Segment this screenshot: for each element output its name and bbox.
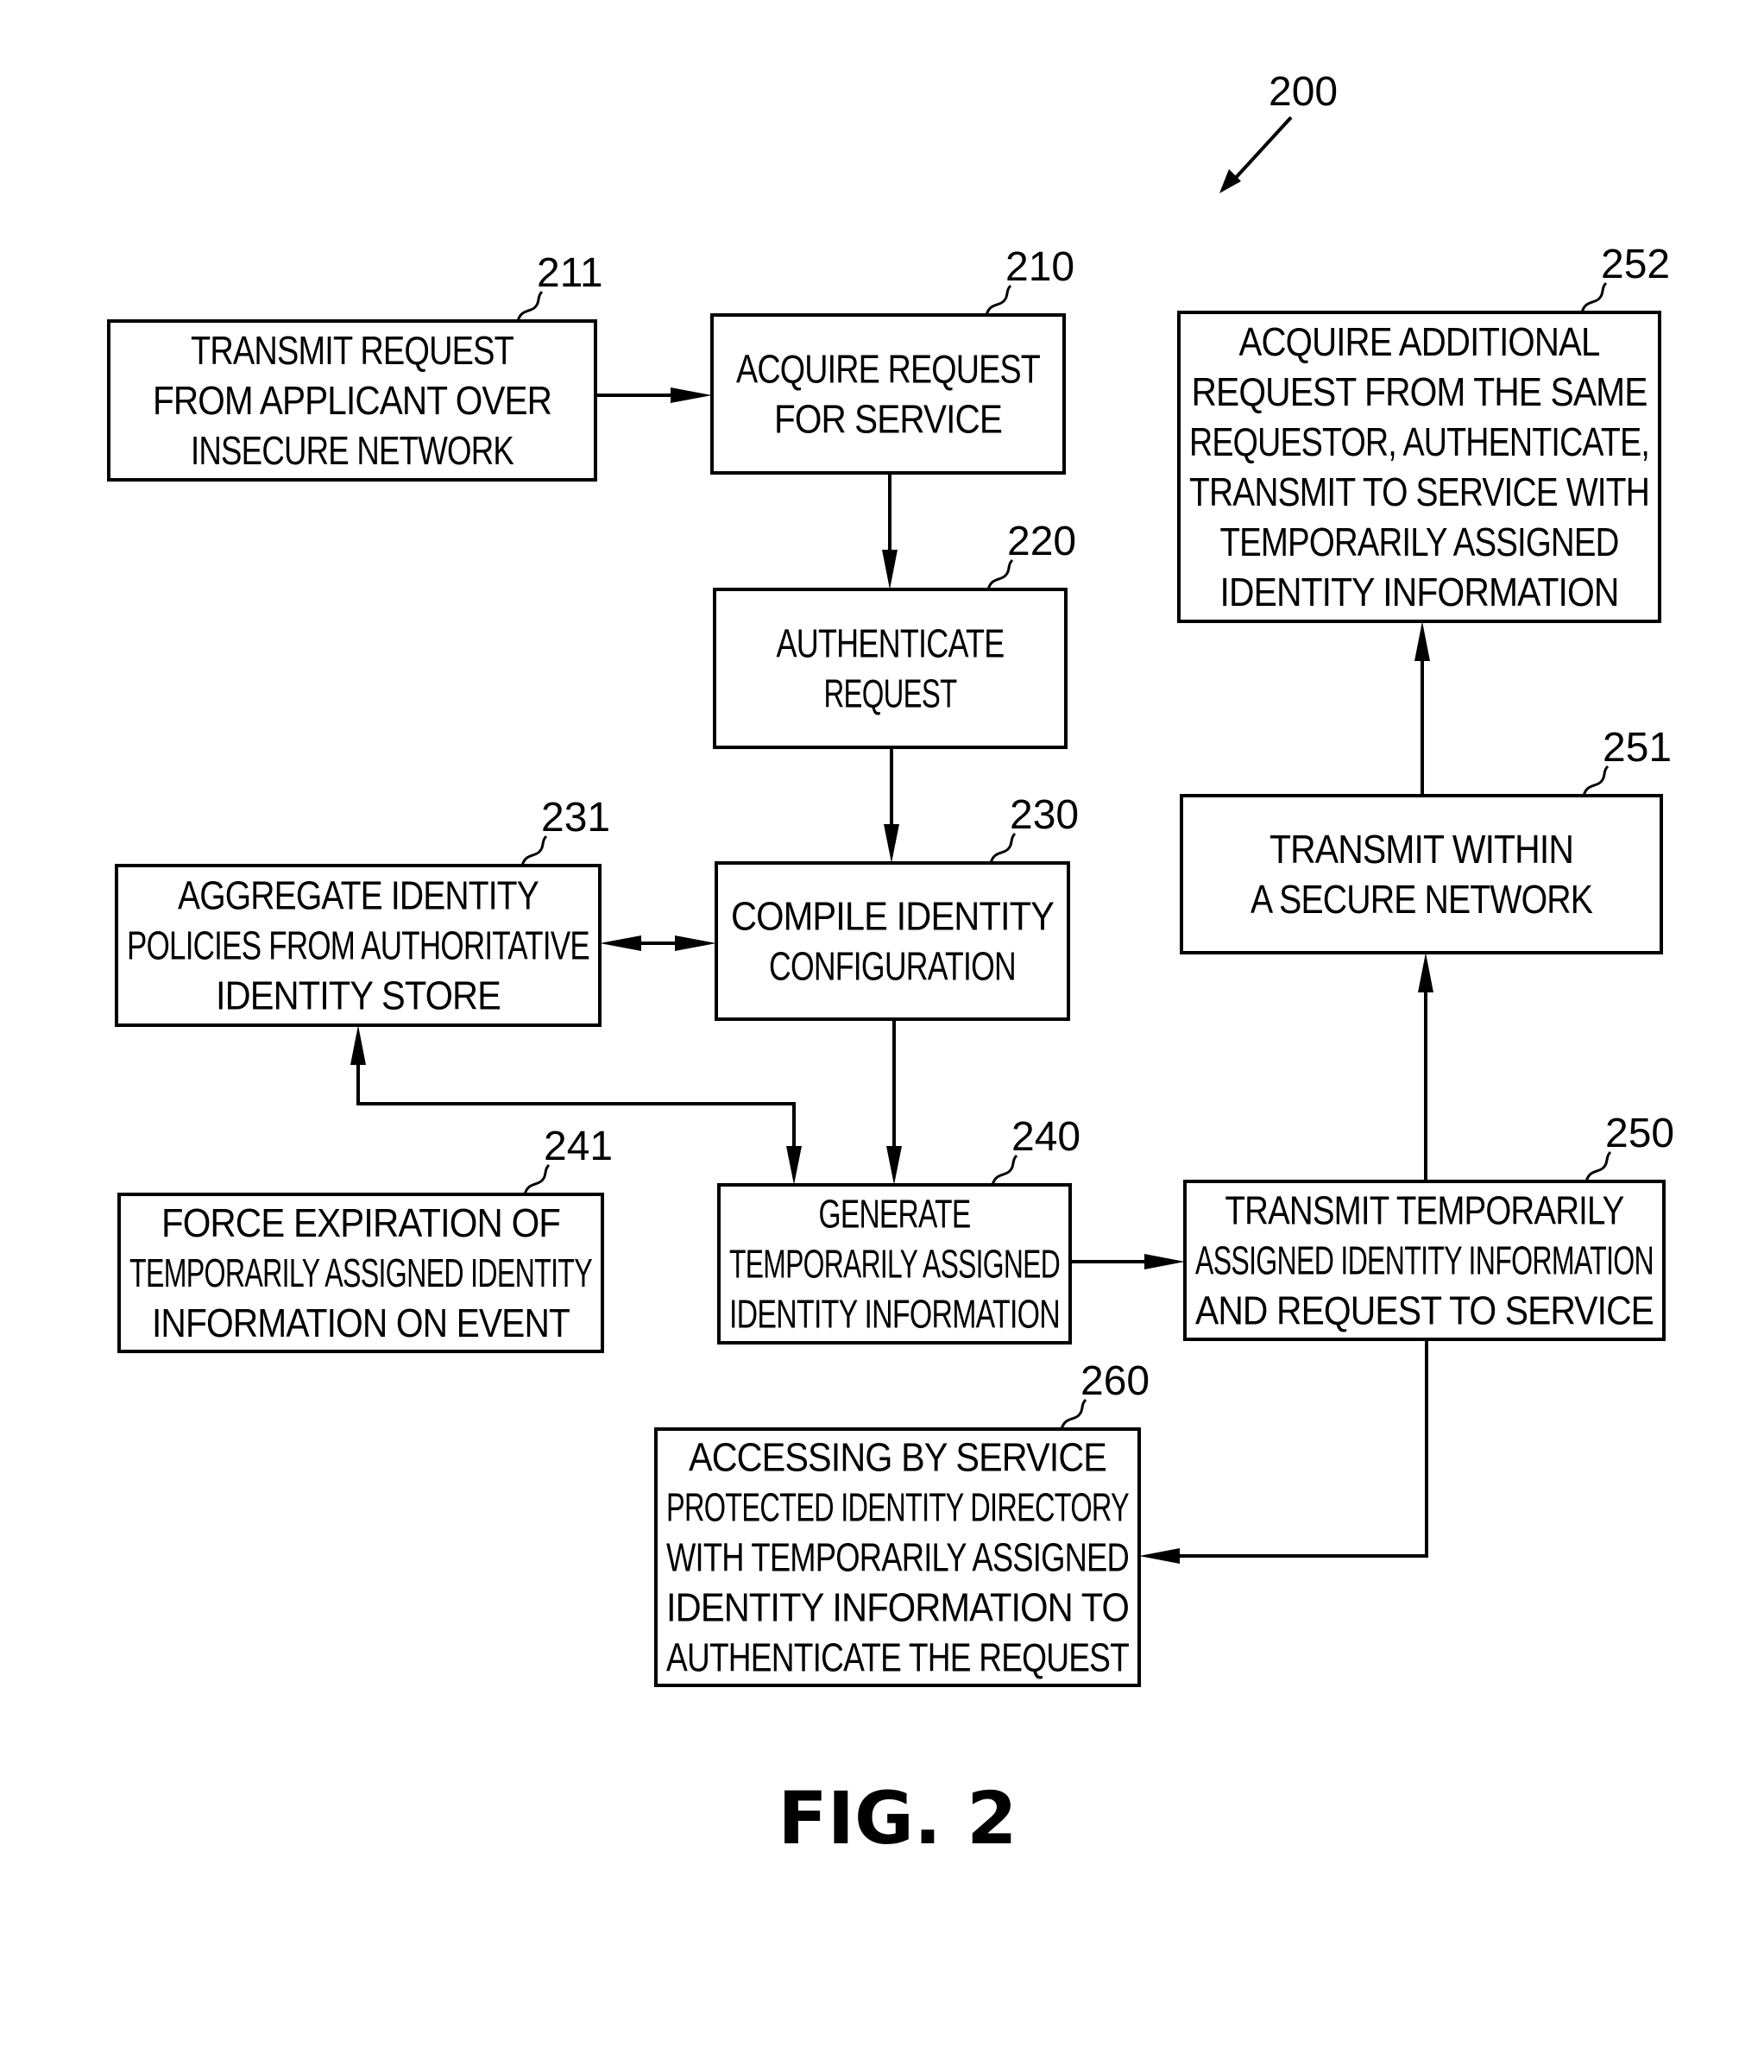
ref-number: 240 [1011, 1114, 1080, 1160]
box-text-line: FORCE EXPIRATION OF [161, 1200, 560, 1245]
process-box-251: TRANSMIT WITHIN A SECURE NETWORK 251 [1180, 725, 1672, 954]
box-text-line: TRANSMIT TEMPORARILY [1225, 1188, 1624, 1233]
box-text-line: IDENTITY INFORMATION [729, 1292, 1060, 1337]
figure-ref-number: 200 [1269, 69, 1338, 115]
box-text-line: ASSIGNED IDENTITY INFORMATION [1195, 1238, 1654, 1283]
ref-leader-squiggle [991, 1154, 1018, 1186]
box-outline [710, 313, 1066, 475]
box-text-line: ACQUIRE ADDITIONAL [1239, 319, 1600, 364]
ref-leader-squiggle [516, 290, 544, 322]
box-text-line: INSECURE NETWORK [191, 428, 514, 473]
box-text-line: FOR SERVICE [774, 397, 1002, 442]
box-text-line: TEMPORARILY ASSIGNED [1220, 520, 1619, 564]
box-text-line: ACQUIRE REQUEST [736, 347, 1041, 392]
ref-number: 260 [1080, 1358, 1150, 1404]
box-outline [715, 861, 1070, 1021]
box-text-line: POLICIES FROM AUTHORITATIVE [127, 923, 589, 968]
box-text-line: REQUEST FROM THE SAME [1192, 369, 1647, 414]
edge-250-260 [1178, 1339, 1428, 1558]
arrowhead-icon [882, 550, 898, 589]
box-text-line: IDENTITY INFORMATION TO [666, 1585, 1129, 1630]
arrowhead-icon [886, 1146, 902, 1185]
ref-number: 231 [541, 795, 610, 841]
box-text-line: REQUESTOR, AUTHENTICATE, [1189, 419, 1649, 464]
arrowhead-icon [884, 824, 899, 863]
box-text-line: TRANSMIT TO SERVICE WITH [1189, 469, 1649, 514]
arrowhead-icon [1418, 953, 1433, 992]
box-text-line: WITH TEMPORARILY ASSIGNED [666, 1535, 1129, 1580]
box-text-line: IDENTITY INFORMATION [1220, 570, 1619, 614]
arrowhead-icon [350, 1025, 366, 1065]
arrowhead-icon [1414, 621, 1430, 661]
arrowhead-icon [1139, 1548, 1180, 1564]
process-box-260: ACCESSING BY SERVICE PROTECTED IDENTITY D… [654, 1358, 1150, 1687]
box-text-line: AUTHENTICATE [777, 621, 1005, 666]
process-box-252: ACQUIRE ADDITIONAL REQUEST FROM THE SAME R… [1177, 242, 1670, 623]
box-text-line: TEMPORARILY ASSIGNED [729, 1242, 1060, 1287]
process-box-250: TRANSMIT TEMPORARILY ASSIGNED IDENTITY IN… [1183, 1111, 1674, 1341]
ref-number: 211 [537, 250, 603, 296]
arrowhead-icon [1144, 1254, 1185, 1269]
box-text-line: TRANSMIT WITHIN [1269, 827, 1573, 872]
ref-leader-squiggle [1580, 281, 1608, 313]
ref-number: 220 [1007, 519, 1076, 564]
ref-leader-squiggle [523, 1163, 551, 1195]
box-text-line: TRANSMIT REQUEST [191, 328, 514, 373]
nodes: TRANSMIT REQUEST FROM APPLICANT OVER INSEC… [107, 242, 1674, 1687]
ref-leader-squiggle [1584, 1150, 1612, 1182]
ref-leader-squiggle [1582, 765, 1610, 797]
figure-ref-arrowhead-icon [1219, 169, 1241, 193]
ref-number: 241 [544, 1124, 613, 1169]
figure-ref-arrow-line [1232, 116, 1293, 181]
ref-leader-squiggle [986, 558, 1014, 590]
process-box-210: ACQUIRE REQUEST FOR SERVICE 210 [710, 244, 1074, 475]
box-text-line: FROM APPLICANT OVER [153, 378, 551, 423]
box-text-line: GENERATE [819, 1192, 971, 1237]
arrowhead-icon [671, 387, 712, 403]
flowchart-canvas: 200 TRANSMIT REQUESTFROM APPLICANT OVERI… [107, 69, 1674, 1861]
process-box-241: FORCE EXPIRATION OF TEMPORARILY ASSIGNED … [117, 1124, 613, 1353]
box-text-line: A SECURE NETWORK [1251, 877, 1593, 922]
box-text-line: AND REQUEST TO SERVICE [1195, 1288, 1654, 1333]
ref-number: 230 [1010, 792, 1079, 838]
ref-number: 252 [1601, 242, 1670, 287]
box-text-line: CONFIGURATION [769, 944, 1016, 989]
ref-number: 210 [1005, 244, 1074, 290]
box-text-line: PROTECTED IDENTITY DIRECTORY [666, 1485, 1129, 1530]
arrowhead-icon [600, 935, 641, 951]
box-text-line: ACCESSING BY SERVICE [689, 1435, 1106, 1480]
ref-leader-squiggle [989, 832, 1017, 864]
box-text-line: IDENTITY STORE [216, 973, 501, 1018]
box-text-line: COMPILE IDENTITY [731, 894, 1054, 939]
box-text-line: AUTHENTICATE THE REQUEST [666, 1635, 1130, 1680]
box-text-line: REQUEST [824, 671, 958, 716]
box-text-line: AGGREGATE IDENTITY [178, 873, 539, 918]
figure-reference: 200 [1219, 69, 1338, 193]
ref-leader-squiggle [985, 284, 1012, 316]
ref-number: 250 [1605, 1111, 1674, 1156]
ref-leader-squiggle [1060, 1398, 1087, 1430]
arrowhead-icon [675, 935, 716, 951]
figure-label: FIG. 2 [778, 1776, 1017, 1861]
arrowhead-icon [786, 1146, 802, 1185]
process-box-211: TRANSMIT REQUEST FROM APPLICANT OVER INSEC… [107, 250, 603, 482]
box-text-line: TEMPORARILY ASSIGNED IDENTITY [129, 1250, 592, 1295]
ref-leader-squiggle [520, 834, 548, 866]
box-outline [713, 588, 1068, 749]
ref-number: 251 [1603, 725, 1672, 771]
box-text-line: INFORMATION ON EVENT [152, 1301, 570, 1345]
box-outline [1180, 794, 1663, 954]
process-box-231: AGGREGATE IDENTITY POLICIES FROM AUTHORIT… [115, 795, 610, 1027]
